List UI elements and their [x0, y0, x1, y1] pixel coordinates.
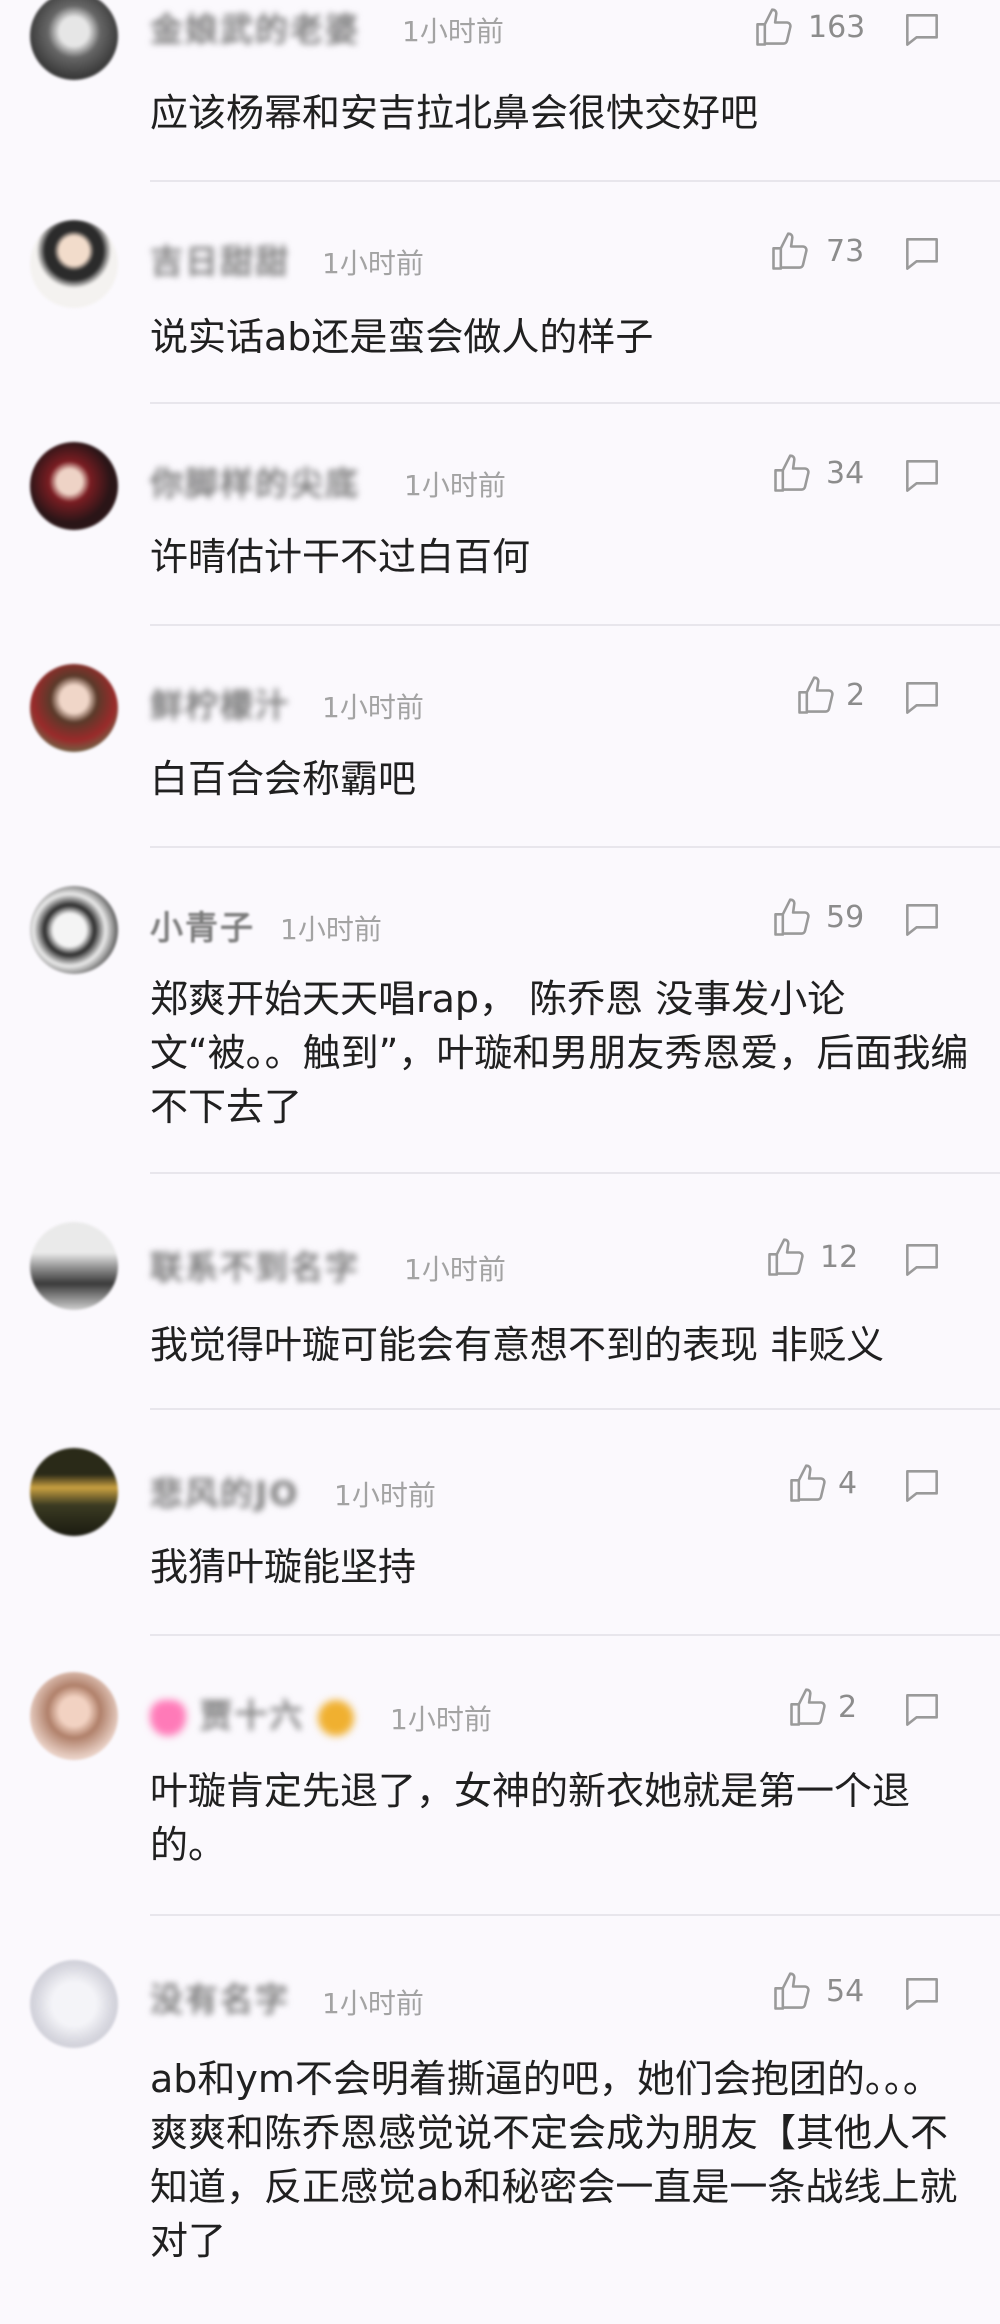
timestamp: 1小时前	[322, 1987, 424, 2020]
username-text: 贾十六	[199, 1696, 305, 1735]
avatar[interactable]	[30, 886, 118, 974]
avatar[interactable]	[30, 220, 118, 308]
timestamp: 1小时前	[404, 469, 506, 502]
reply-icon[interactable]	[900, 8, 944, 52]
reply-icon[interactable]	[900, 1972, 944, 2016]
username[interactable]: 小青子	[150, 908, 255, 948]
divider	[150, 402, 1000, 404]
comment-text: 我猜叶璇能坚持	[150, 1545, 417, 1589]
heart-badge-icon	[150, 1699, 186, 1736]
like-count: 12	[820, 1240, 859, 1275]
thumbs-up-icon[interactable]	[770, 452, 814, 496]
like-count: 4	[838, 1466, 858, 1501]
divider	[150, 1172, 1000, 1174]
reply-icon[interactable]	[900, 454, 944, 498]
reply-icon[interactable]	[900, 1688, 944, 1732]
timestamp: 1小时前	[404, 1253, 506, 1286]
comment-text: 许晴估计干不过白百何	[150, 535, 531, 579]
divider	[150, 1408, 1000, 1410]
divider	[150, 624, 1000, 626]
like-count: 2	[846, 678, 866, 713]
like-count: 34	[826, 456, 865, 491]
username[interactable]: 金娘武的老婆	[150, 10, 360, 50]
username[interactable]: 联系不到名字	[150, 1248, 360, 1288]
comment-text: 应该杨幂和安吉拉北鼻会很快交好吧	[150, 91, 759, 135]
avatar[interactable]	[30, 442, 118, 530]
comment-text: 叶璇肯定先退了，女神的新衣她就是第一个退的。	[150, 1769, 911, 1867]
comment-text: 说实话ab还是蛮会做人的样子	[150, 315, 654, 359]
username[interactable]: 没有名字	[150, 1980, 290, 2020]
divider	[150, 846, 1000, 848]
like-count: 73	[826, 234, 865, 269]
username[interactable]: 你脚样的尖底	[150, 464, 360, 504]
avatar[interactable]	[30, 1222, 118, 1310]
timestamp: 1小时前	[402, 15, 504, 48]
timestamp: 1小时前	[280, 913, 382, 946]
reply-icon[interactable]	[900, 1464, 944, 1508]
like-count: 59	[826, 900, 865, 935]
username[interactable]: 鲜柠檬汁	[150, 686, 290, 726]
like-count: 163	[808, 10, 866, 45]
username[interactable]: 贾十六	[150, 1696, 354, 1736]
thumbs-up-icon[interactable]	[786, 1462, 830, 1506]
comment-text: 郑爽开始天天唱rap， 陈乔恩 没事发小论文“被。。触到”，叶璇和男朋友秀恩爱，…	[150, 977, 969, 1129]
like-count: 54	[826, 1974, 865, 2009]
thumbs-up-icon[interactable]	[764, 1236, 808, 1280]
divider	[150, 180, 1000, 182]
timestamp: 1小时前	[322, 247, 424, 280]
reply-icon[interactable]	[900, 676, 944, 720]
avatar[interactable]	[30, 1960, 118, 2048]
avatar[interactable]	[30, 0, 118, 80]
avatar[interactable]	[30, 1448, 118, 1536]
timestamp: 1小时前	[390, 1703, 492, 1736]
thumbs-up-icon[interactable]	[768, 230, 812, 274]
like-count: 2	[838, 1690, 858, 1725]
avatar[interactable]	[30, 1672, 118, 1760]
avatar[interactable]	[30, 664, 118, 752]
thumbs-up-icon[interactable]	[770, 1970, 814, 2014]
divider	[150, 1634, 1000, 1636]
timestamp: 1小时前	[334, 1479, 436, 1512]
username[interactable]: 吉日甜甜	[150, 242, 290, 282]
username[interactable]: 悲风的JO	[150, 1474, 299, 1514]
reply-icon[interactable]	[900, 898, 944, 942]
comment-text: ab和ym不会明着撕逼的吧，她们会抱团的。。。爽爽和陈乔恩感觉说不定会成为朋友【…	[150, 2057, 958, 2263]
timestamp: 1小时前	[322, 691, 424, 724]
divider	[150, 1914, 1000, 1916]
comment-text: 我觉得叶璇可能会有意想不到的表现 非贬义	[150, 1323, 885, 1367]
thumbs-up-icon[interactable]	[752, 6, 796, 50]
emoji-badge-icon	[318, 1699, 354, 1736]
comment-text: 白百合会称霸吧	[150, 757, 417, 801]
reply-icon[interactable]	[900, 232, 944, 276]
thumbs-up-icon[interactable]	[794, 674, 838, 718]
reply-icon[interactable]	[900, 1238, 944, 1282]
thumbs-up-icon[interactable]	[770, 896, 814, 940]
thumbs-up-icon[interactable]	[786, 1686, 830, 1730]
